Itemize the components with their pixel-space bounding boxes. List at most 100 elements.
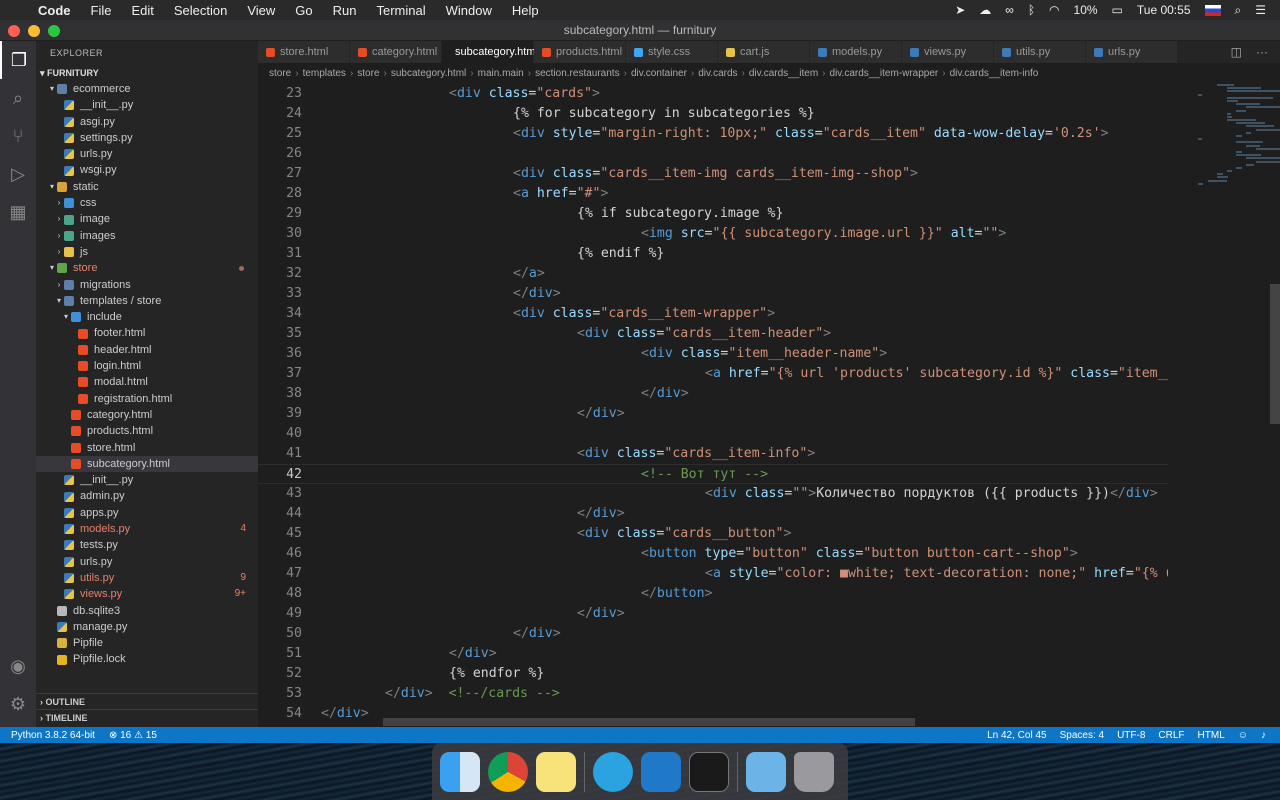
tree-item-category-html[interactable]: category.html: [36, 407, 258, 423]
tree-item-pipfile[interactable]: Pipfile: [36, 635, 258, 651]
tree-item-admin-py[interactable]: admin.py: [36, 488, 258, 504]
menu-edit[interactable]: Edit: [121, 3, 163, 18]
tab-style-css[interactable]: style.css: [626, 41, 718, 63]
search-icon[interactable]: ⌕: [0, 79, 36, 117]
wifi-icon[interactable]: ◠: [1049, 3, 1059, 17]
tree-item--init-py[interactable]: __init__.py: [36, 97, 258, 113]
source-control-icon[interactable]: ⑂: [0, 117, 36, 155]
tab-urls-py[interactable]: urls.py: [1086, 41, 1178, 63]
menu-run[interactable]: Run: [323, 3, 367, 18]
feedback-icon[interactable]: ☺: [1238, 730, 1248, 741]
horizontal-scrollbar[interactable]: [383, 718, 915, 726]
vscode-icon[interactable]: [641, 751, 681, 792]
clock[interactable]: Tue 00:55: [1137, 3, 1191, 17]
tree-item-static[interactable]: ▾ static: [36, 179, 258, 195]
menu-window[interactable]: Window: [436, 3, 502, 18]
breadcrumb-item[interactable]: div.cards: [698, 68, 737, 79]
tree-item-manage-py[interactable]: manage.py: [36, 619, 258, 635]
app-menu[interactable]: Code: [28, 3, 81, 18]
breadcrumb-item[interactable]: div.container: [631, 68, 687, 79]
workspace-root-folder[interactable]: ▾ FURNITURY: [36, 65, 258, 81]
extensions-icon[interactable]: ▦: [0, 193, 36, 231]
tab-store-html[interactable]: store.html: [258, 41, 350, 63]
run-debug-icon[interactable]: ▷: [0, 155, 36, 193]
split-editor-icon[interactable]: ◫: [1231, 45, 1242, 59]
language-mode[interactable]: HTML: [1198, 730, 1225, 741]
python-interpreter[interactable]: Python 3.8.2 64-bit: [11, 730, 95, 741]
breadcrumb-item[interactable]: main.main: [478, 68, 524, 79]
tab-utils-py[interactable]: utils.py: [994, 41, 1086, 63]
line-ending[interactable]: CRLF: [1158, 730, 1184, 741]
minimap[interactable]: [1198, 84, 1280, 224]
tree-item-css[interactable]: › css: [36, 195, 258, 211]
encoding[interactable]: UTF-8: [1117, 730, 1145, 741]
breadcrumb-item[interactable]: div.cards__item-info: [950, 68, 1039, 79]
downloads-folder-icon[interactable]: [746, 751, 786, 792]
tree-item-views-py[interactable]: views.py 9+: [36, 586, 258, 602]
chrome-icon[interactable]: [488, 751, 528, 792]
telegram-icon[interactable]: [593, 751, 633, 792]
tree-item-ecommerce[interactable]: ▾ ecommerce: [36, 81, 258, 97]
tree-item-migrations[interactable]: › migrations: [36, 277, 258, 293]
tree-item-utils-py[interactable]: utils.py 9: [36, 570, 258, 586]
breadcrumb-item[interactable]: div.cards__item: [749, 68, 818, 79]
tree-item-settings-py[interactable]: settings.py: [36, 130, 258, 146]
tree-item-header-html[interactable]: header.html: [36, 342, 258, 358]
code-editor[interactable]: 23 <div class="cards"> 24 {% for subcategor…: [258, 84, 1168, 727]
menu-view[interactable]: View: [237, 3, 285, 18]
breadcrumb-item[interactable]: div.cards__item-wrapper: [830, 68, 939, 79]
tab-views-py[interactable]: views.py: [902, 41, 994, 63]
glasses-icon[interactable]: ∞: [1005, 3, 1014, 17]
tree-item-store[interactable]: ▾ store: [36, 260, 258, 276]
notes-icon[interactable]: [536, 751, 576, 792]
breadcrumb-item[interactable]: section.restaurants: [535, 68, 620, 79]
timeline-section[interactable]: › TIMELINE: [36, 709, 258, 725]
finder-icon[interactable]: [440, 751, 480, 792]
menu-terminal[interactable]: Terminal: [367, 3, 436, 18]
breadcrumb-item[interactable]: subcategory.html: [391, 68, 466, 79]
tree-item-templates-store[interactable]: ▾ templates / store: [36, 293, 258, 309]
battery-icon[interactable]: ▭: [1112, 3, 1123, 17]
battery-percent[interactable]: 10%: [1074, 3, 1098, 17]
tree-item-js[interactable]: › js: [36, 244, 258, 260]
tree-item-store-html[interactable]: store.html: [36, 440, 258, 456]
trash-icon[interactable]: [794, 751, 834, 792]
tree-item--init-py[interactable]: __init__.py: [36, 472, 258, 488]
tab-models-py[interactable]: models.py: [810, 41, 902, 63]
minimize-window-button[interactable]: [28, 25, 40, 37]
indentation[interactable]: Spaces: 4: [1060, 730, 1104, 741]
tree-item-images[interactable]: › images: [36, 228, 258, 244]
tree-item-urls-py[interactable]: urls.py: [36, 146, 258, 162]
tree-item-pipfile-lock[interactable]: Pipfile.lock: [36, 651, 258, 667]
cloud-icon[interactable]: ☁: [979, 3, 991, 17]
vertical-scrollbar[interactable]: [1270, 284, 1280, 424]
tab-subcategory-html[interactable]: subcategory.html×: [442, 41, 553, 63]
tree-item-db-sqlite3[interactable]: db.sqlite3: [36, 603, 258, 619]
account-icon[interactable]: ◉: [0, 647, 36, 685]
settings-gear-icon[interactable]: ⚙: [0, 685, 36, 723]
bluetooth-icon[interactable]: ᛒ: [1028, 3, 1035, 17]
tree-item-registration-html[interactable]: registration.html: [36, 391, 258, 407]
breadcrumb-item[interactable]: store: [269, 68, 291, 79]
tree-item-wsgi-py[interactable]: wsgi.py: [36, 162, 258, 178]
location-icon[interactable]: ➤: [955, 3, 965, 17]
control-center-icon[interactable]: ☰: [1255, 3, 1266, 17]
cursor-position[interactable]: Ln 42, Col 45: [987, 730, 1047, 741]
menu-help[interactable]: Help: [502, 3, 549, 18]
tree-item-login-html[interactable]: login.html: [36, 358, 258, 374]
notifications-bell-icon[interactable]: ♪: [1261, 730, 1266, 741]
tab-products-html[interactable]: products.html: [534, 41, 626, 63]
tree-item-models-py[interactable]: models.py 4: [36, 521, 258, 537]
tree-item-subcategory-html[interactable]: subcategory.html: [36, 455, 258, 473]
tree-item-include[interactable]: ▾ include: [36, 309, 258, 325]
close-window-button[interactable]: [8, 25, 20, 37]
tree-item-modal-html[interactable]: modal.html: [36, 374, 258, 390]
problems-count[interactable]: ⊗ 16 ⚠ 15: [109, 730, 157, 741]
tab-category-html[interactable]: category.html: [350, 41, 442, 63]
tree-item-apps-py[interactable]: apps.py: [36, 505, 258, 521]
breadcrumb-item[interactable]: templates: [303, 68, 346, 79]
menu-selection[interactable]: Selection: [164, 3, 237, 18]
tab-cart-js[interactable]: cart.js: [718, 41, 810, 63]
spotlight-search-icon[interactable]: ⌕: [1235, 3, 1242, 18]
more-actions-icon[interactable]: ···: [1256, 45, 1268, 59]
